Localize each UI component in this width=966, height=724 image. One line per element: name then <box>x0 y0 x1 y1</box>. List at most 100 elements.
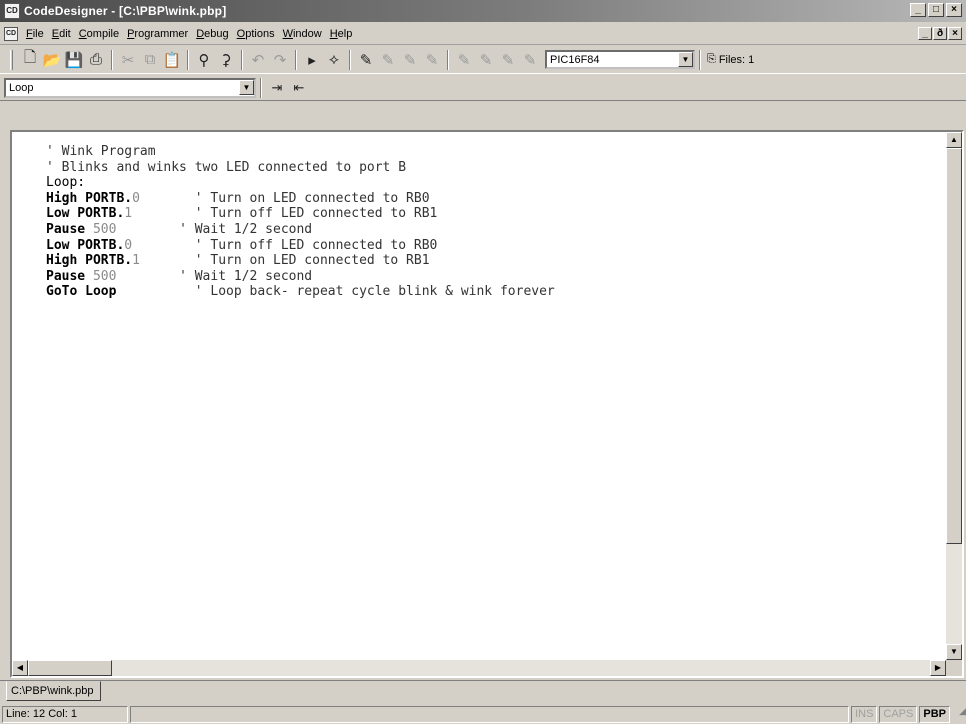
code-token: Pause <box>46 268 86 284</box>
chevron-down-icon[interactable]: ▼ <box>239 79 254 95</box>
scroll-left-icon[interactable]: ◀ <box>12 660 28 676</box>
indent-icon[interactable]: ⇥ <box>266 77 288 99</box>
toolbar-separator <box>260 77 262 98</box>
cut-icon[interactable]: ✂ <box>117 49 139 71</box>
minimize-button[interactable]: _ <box>910 3 926 17</box>
outdent-icon[interactable]: ⇤ <box>288 77 310 99</box>
breakpoint-clear-icon[interactable]: ✎ <box>519 49 541 71</box>
main-toolbar: 🗋 📂 💾 ⎙ ✂ ⧉ 📋 ⚲ ⚳ ↶ ↷ ▸ ⟡ ✎ ✎ ✎ ✎ ✎ ✎ ✎ … <box>0 46 966 74</box>
label-select-value: Loop <box>9 81 34 94</box>
code-token: . <box>124 253 133 269</box>
breakpoint-next-icon[interactable]: ✎ <box>475 49 497 71</box>
open-folder-icon[interactable]: 📂 <box>41 49 63 71</box>
bookmark-prev-icon[interactable]: ✎ <box>399 49 421 71</box>
device-select-value: PIC16F84 <box>550 53 600 66</box>
paste-icon[interactable]: 📋 <box>161 49 183 71</box>
horizontal-scrollbar[interactable]: ◀ ▶ <box>12 660 946 676</box>
replace-icon[interactable]: ⚳ <box>215 49 237 71</box>
close-button[interactable]: × <box>946 3 962 17</box>
code-token: 1 <box>124 206 133 222</box>
chevron-down-icon[interactable]: ▼ <box>678 52 693 67</box>
breakpoint-prev-icon[interactable]: ✎ <box>497 49 519 71</box>
code-token: Low PORTB <box>46 237 117 253</box>
code-token: ' Turn on LED connected to RB0 <box>139 190 430 206</box>
code-line[interactable]: Low PORTB.0 ' Turn off LED connected to … <box>46 238 946 254</box>
code-token: ' Wait 1/2 second <box>116 268 313 284</box>
code-line[interactable]: ' Wink Program <box>46 144 946 160</box>
title-bar[interactable]: CD CodeDesigner - [C:\PBP\wink.pbp] _ □ … <box>0 0 966 22</box>
editor-frame: ' Wink Program ' Blinks and winks two LED… <box>10 130 964 678</box>
label-select[interactable]: Loop ▼ <box>4 77 256 98</box>
doc-restore-button[interactable]: ð <box>933 27 947 40</box>
code-token: . <box>124 190 133 206</box>
scroll-down-icon[interactable]: ▼ <box>946 644 962 660</box>
mode-indicator: PBP <box>919 705 950 723</box>
code-line[interactable]: Loop: <box>46 175 946 191</box>
copy-icon[interactable]: ⧉ <box>139 49 161 71</box>
caps-indicator: CAPS <box>879 705 918 723</box>
bookmark-next-icon[interactable]: ✎ <box>377 49 399 71</box>
toolbar-separator <box>111 49 113 70</box>
menu-file[interactable]: File <box>22 28 48 40</box>
code-token: Loop: <box>46 175 86 191</box>
files-label: Files: 1 <box>718 53 755 66</box>
code-token: High PORTB <box>46 190 125 206</box>
doc-close-button[interactable]: × <box>948 27 962 40</box>
undo-icon[interactable]: ↶ <box>247 49 269 71</box>
document-tab-bar: C:\PBP\wink.pbp <box>0 680 966 702</box>
menu-compile[interactable]: Compile <box>75 28 123 40</box>
document-icon[interactable]: CD <box>4 26 18 41</box>
code-token: 500 <box>85 268 117 284</box>
code-line[interactable]: Pause 500 ' Wait 1/2 second <box>46 269 946 285</box>
files-button[interactable]: ⎘ Files: 1 <box>707 53 754 66</box>
menu-help[interactable]: Help <box>326 28 357 40</box>
menu-window[interactable]: Window <box>279 28 326 40</box>
code-token: ' Turn on LED connected to RB1 <box>139 253 430 269</box>
menu-bar: CD File Edit Compile Programmer Debug Op… <box>0 23 966 45</box>
menu-programmer[interactable]: Programmer <box>123 28 192 40</box>
find-icon[interactable]: ⚲ <box>193 49 215 71</box>
toolbar-separator <box>295 49 297 70</box>
scroll-up-icon[interactable]: ▲ <box>946 132 962 148</box>
menu-debug[interactable]: Debug <box>192 28 232 40</box>
code-token: Low PORTB <box>46 206 117 222</box>
menu-edit[interactable]: Edit <box>48 28 75 40</box>
doc-minimize-button[interactable]: _ <box>918 27 932 40</box>
compile-icon[interactable]: ▸ <box>301 49 323 71</box>
toolbar-grip[interactable] <box>10 49 13 70</box>
save-icon[interactable]: 💾 <box>63 49 85 71</box>
resize-grip-icon[interactable]: ◢ <box>952 706 966 723</box>
code-token: 0 <box>124 237 133 253</box>
toolbar-separator <box>447 49 449 70</box>
redo-icon[interactable]: ↷ <box>269 49 291 71</box>
program-icon[interactable]: ⟡ <box>323 49 345 71</box>
new-file-icon[interactable]: 🗋 <box>19 49 41 71</box>
vertical-scroll-thumb[interactable] <box>946 148 962 544</box>
vertical-scrollbar[interactable]: ▲ ▼ <box>946 132 962 660</box>
code-editor[interactable]: ' Wink Program ' Blinks and winks two LED… <box>12 132 946 660</box>
horizontal-scroll-thumb[interactable] <box>28 660 112 676</box>
code-line[interactable]: High PORTB.0 ' Turn on LED connected to … <box>46 191 946 207</box>
document-tab[interactable]: C:\PBP\wink.pbp <box>6 681 101 701</box>
code-line[interactable]: High PORTB.1 ' Turn on LED connected to … <box>46 253 946 269</box>
print-icon[interactable]: ⎙ <box>85 49 107 71</box>
bookmark-clear-icon[interactable]: ✎ <box>421 49 443 71</box>
toolbar-separator <box>241 49 243 70</box>
maximize-button[interactable]: □ <box>928 3 944 17</box>
device-select[interactable]: PIC16F84 ▼ <box>545 50 695 69</box>
code-token: ' Wink Program <box>46 144 156 159</box>
code-line[interactable]: ' Blinks and winks two LED connected to … <box>46 160 946 176</box>
breakpoint-icon[interactable]: ✎ <box>453 49 475 71</box>
code-line[interactable]: Low PORTB.1 ' Turn off LED connected to … <box>46 206 946 222</box>
code-line[interactable]: Pause 500 ' Wait 1/2 second <box>46 222 946 238</box>
menu-options[interactable]: Options <box>233 28 279 40</box>
code-token: 500 <box>85 221 117 237</box>
code-token: ' Loop back- repeat cycle blink & wink f… <box>116 284 555 300</box>
ins-indicator: INS <box>851 705 878 723</box>
code-token: Pause <box>46 221 86 237</box>
scroll-right-icon[interactable]: ▶ <box>930 660 946 676</box>
scroll-corner <box>946 660 962 676</box>
bookmark-icon[interactable]: ✎ <box>355 49 377 71</box>
code-line[interactable]: GoTo Loop ' Loop back- repeat cycle blin… <box>46 284 946 300</box>
app-icon[interactable]: CD <box>4 3 20 19</box>
